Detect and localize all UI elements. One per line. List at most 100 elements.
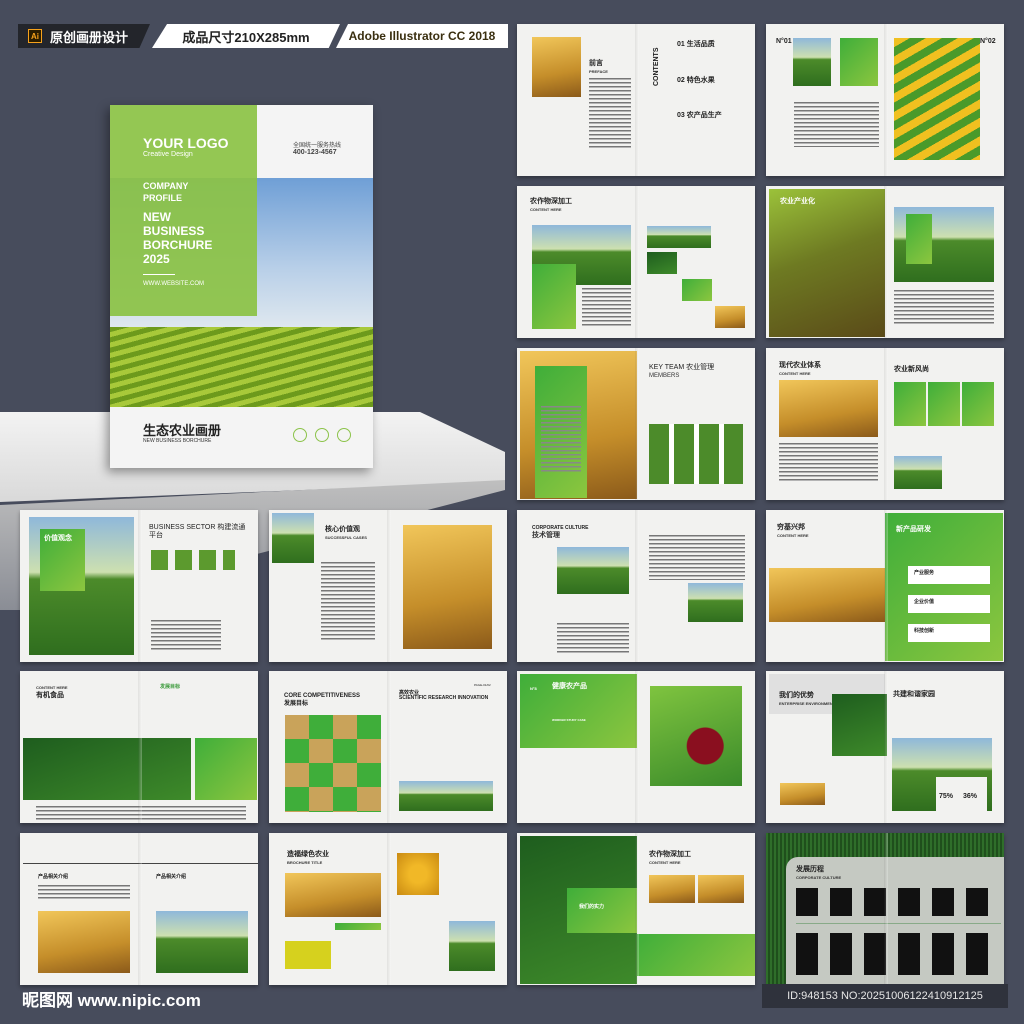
photo-block: [647, 226, 711, 248]
spread-corporate-culture: CORPORATE CULTURE 技术管理: [517, 510, 755, 662]
text-lines: [589, 78, 631, 150]
photo-block: 产业服务: [908, 566, 990, 584]
badge-label: 价值观念: [44, 535, 72, 542]
spread-n01: N°01 N°02: [766, 24, 1004, 176]
toc-item: 01 生活品质: [677, 41, 715, 48]
cover-icons: [293, 428, 351, 442]
text-lines: [151, 620, 221, 650]
photo-block: [649, 875, 695, 903]
photo-block: [698, 875, 744, 903]
photo-block: [796, 933, 996, 975]
watermark: 昵图网 www.nipic.com: [22, 991, 201, 1010]
label: KEY TEAM 农业管理: [649, 364, 715, 371]
label: 核心价值观: [325, 526, 360, 533]
photo-block: [682, 279, 712, 301]
section-title: BUSINESS SECTOR 构建流通平台: [149, 524, 246, 539]
section-title-2: 产品相关介绍: [156, 874, 187, 880]
software-tag: Adobe Illustrator CC 2018: [336, 24, 508, 48]
photo-block: [335, 923, 381, 930]
spread-advantage: 我们的优势 ENTERPRISE ENVIRONMENT 共建和谐家园 75% 3…: [766, 671, 1004, 823]
photo-block: [449, 921, 495, 971]
photo-block: [38, 911, 130, 973]
text-lines: [36, 806, 246, 820]
photo-block: [832, 694, 887, 756]
section-title-2: 农业新风尚: [894, 366, 929, 373]
field-photo: [110, 327, 373, 407]
section-title: KEY TEAM 农业管理 MEMBERS: [649, 364, 714, 380]
photo-block: [894, 382, 926, 426]
photo-block: [532, 264, 576, 329]
photo-block: [399, 781, 493, 811]
spread-deep-processing: 农作物深加工 CONTENT HERE: [517, 186, 755, 338]
cover-hotline: 全国统一服务热线 400-123-4567: [293, 140, 341, 156]
item-label: 产业服务: [914, 570, 935, 576]
section-title: 穷基兴邦 CONTENT HERE: [777, 524, 809, 540]
cover-title-4: 2025: [143, 252, 170, 266]
photo-block: [285, 715, 381, 812]
section-title: 农作物深加工 CONTENT HERE: [649, 851, 691, 867]
section-title: 造福绿色农业 BROCHURE TITLE: [287, 851, 329, 867]
label: 现代农业体系: [779, 362, 821, 369]
spread-industry: 农业产业化: [766, 186, 1004, 338]
spread-healthy-products: N°8 健康农产品 WORKER STUDY CASE: [517, 671, 755, 823]
contents-label: CONTENTS: [653, 47, 660, 87]
photo-block: [715, 306, 745, 328]
section-title: 健康农产品: [552, 683, 587, 690]
photo-block: [647, 252, 677, 274]
cover-title-cn: 生态农业画册: [143, 423, 222, 438]
text-lines: [796, 888, 996, 916]
label: MEMBERS: [649, 373, 680, 379]
item-label: 科技创新: [914, 628, 935, 634]
spread-green-agriculture: 造福绿色农业 BROCHURE TITLE: [269, 833, 507, 985]
section-title-2: 高效农业 SCIENTIFIC RESEARCH INNOVATION: [399, 691, 488, 701]
photo-block: [780, 783, 825, 805]
spread-business-sector: 价值观念 BUSINESS SECTOR 构建流通平台: [20, 510, 258, 662]
cherry-photo: [650, 686, 742, 786]
text-lines: [541, 406, 581, 472]
label: 我们的优势: [779, 692, 814, 699]
section-title-2: 新产品研发: [896, 526, 931, 533]
photo-block: [779, 380, 878, 437]
text-lines: [582, 288, 631, 328]
photo-block: [796, 923, 1001, 924]
cover-title-en: NEW BUSINESS BORCHURE: [143, 438, 212, 444]
section-title: CORPORATE CULTURE 技术管理: [532, 524, 588, 540]
section-title: CORE COMPETITIVENESS 发展目标: [284, 692, 360, 708]
spread-history: 发展历程 CORPORATE CULTURE: [766, 833, 1004, 985]
hotline-number: 400-123-4567: [293, 149, 337, 156]
photo-block: [769, 568, 885, 622]
corn-photo: [894, 38, 980, 160]
cover-logo: YOUR LOGO: [143, 135, 229, 151]
spread-product-intro: 产品相关介绍 产品相关介绍: [20, 833, 258, 985]
photo-block: [637, 934, 755, 976]
page-no: N°02: [980, 38, 996, 45]
photo-block: [688, 583, 743, 622]
photo-block: [894, 456, 942, 489]
label: CONTENT HERE: [649, 860, 681, 865]
spread-core-competitiveness: CORE COMPETITIVENESS 发展目标 高效农业 SCIENTIFIC …: [269, 671, 507, 823]
app-tag-label: 原创画册设计: [50, 29, 129, 45]
cover-logo-sub: Creative Design: [143, 151, 193, 158]
section-title: 农业产业化: [780, 198, 815, 205]
label: 造福绿色农业: [287, 851, 329, 858]
photo-block: [793, 38, 831, 86]
illustrator-icon: Ai: [28, 29, 42, 43]
photo-block: [928, 382, 960, 426]
badge-label: 我们的实力: [579, 904, 605, 910]
spread-organic: CONTENT HERE 有机食品 发展目标: [20, 671, 258, 823]
cover-title-1: NEW: [143, 210, 171, 224]
label: 发展目标: [284, 701, 309, 707]
size-tag: 成品尺寸210X285mm: [152, 24, 340, 48]
cover-profile: PROFILE: [143, 193, 183, 203]
cover-green-panel: YOUR LOGO Creative Design COMPANY PROFILE…: [110, 105, 257, 316]
photo-block: [23, 863, 258, 864]
label: CORPORATE CULTURE: [796, 875, 842, 880]
app-tag: Ai 原创画册设计: [18, 24, 150, 48]
spread-modern: 现代农业体系 CONTENT HERE 农业新风尚: [766, 348, 1004, 500]
item-label: 企业价值: [914, 599, 935, 605]
photo-block: [649, 424, 743, 484]
photo-block: 企业价值: [908, 595, 990, 613]
label: ENTERPRISE ENVIRONMENT: [779, 701, 836, 706]
section-title: CONTENT HERE 有机食品: [36, 684, 68, 700]
label: 前言: [589, 60, 603, 67]
